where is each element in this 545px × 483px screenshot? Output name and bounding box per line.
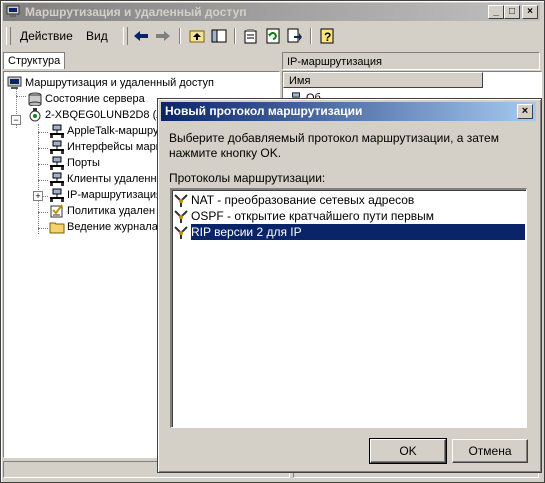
server-icon bbox=[29, 108, 41, 122]
tree-item-label: Клиенты удаленн bbox=[67, 173, 157, 185]
tree-line bbox=[38, 164, 48, 165]
result-pane-header: IP-маршрутизация bbox=[282, 52, 540, 70]
tree-item-ports[interactable]: Порты bbox=[49, 155, 100, 171]
refresh-icon[interactable] bbox=[263, 26, 283, 46]
folder-icon bbox=[49, 222, 65, 234]
tree-item-appletalk[interactable]: AppleTalk-маршрутиз bbox=[49, 123, 175, 139]
network-icon bbox=[50, 140, 64, 155]
close-button[interactable]: × bbox=[522, 5, 538, 19]
maximize-button[interactable]: □ bbox=[504, 5, 520, 19]
menu-view[interactable]: Вид bbox=[86, 29, 108, 43]
main-title-bar[interactable]: Маршрутизация и удаленный доступ _ □ × bbox=[3, 3, 540, 21]
new-routing-protocol-dialog: Новый протокол маршрутизации × Выберите … bbox=[157, 98, 542, 473]
column-header-name[interactable]: Имя bbox=[283, 72, 483, 88]
protocol-item-nat[interactable]: NAT - преобразование сетевых адресов bbox=[174, 192, 414, 208]
expand-toggle-ip-routing[interactable]: + bbox=[33, 191, 43, 201]
tree-line bbox=[38, 212, 48, 213]
minimize-button[interactable]: _ bbox=[488, 5, 504, 19]
policy-icon bbox=[50, 204, 63, 218]
dialog-title-bar[interactable]: Новый протокол маршрутизации × bbox=[161, 102, 536, 121]
tree-item-label: Состояние сервера bbox=[45, 93, 145, 105]
network-icon bbox=[50, 188, 64, 203]
tree-item-label: Интерфейсы марш bbox=[67, 141, 165, 153]
toolbar-separator bbox=[179, 28, 181, 44]
tree-line bbox=[38, 180, 48, 181]
tree-line bbox=[16, 96, 26, 97]
menu-toolbar: Действие Вид ? bbox=[3, 24, 540, 48]
protocol-item-ospf[interactable]: OSPF - открытие кратчайшего пути первым bbox=[174, 208, 434, 224]
toolbar-grip[interactable] bbox=[6, 27, 11, 45]
tree-item-label: Маршрутизация и удаленный доступ bbox=[25, 77, 214, 89]
toolbar-grip-2[interactable] bbox=[123, 27, 128, 45]
forward-icon[interactable] bbox=[153, 26, 173, 46]
tree-item-label: Порты bbox=[67, 157, 100, 169]
tree-item-server[interactable]: 2-XBQEG0LUNB2D8 (ло bbox=[27, 107, 169, 123]
protocol-item-label: OSPF - открытие кратчайшего пути первым bbox=[191, 209, 435, 223]
tree-item-label: 2-XBQEG0LUNB2D8 (ло bbox=[45, 109, 169, 121]
tab-structure[interactable]: Структура bbox=[3, 52, 66, 69]
tree-line bbox=[38, 228, 48, 229]
protocol-icon bbox=[174, 194, 188, 207]
protocol-list-label: Протоколы маршрутизации: bbox=[169, 171, 326, 185]
tree-item-label: IP-маршрутизация bbox=[67, 189, 162, 201]
tree-item-server-status[interactable]: Состояние сервера bbox=[27, 91, 145, 107]
server-status-icon bbox=[28, 92, 42, 107]
tree-line bbox=[38, 148, 48, 149]
rras-app-icon bbox=[6, 5, 20, 17]
menu-action[interactable]: Действие bbox=[20, 29, 73, 43]
tree-item-logging[interactable]: Ведение журнала bbox=[49, 219, 158, 235]
dialog-title: Новый протокол маршрутизации bbox=[165, 104, 363, 118]
help-icon[interactable]: ? bbox=[317, 26, 337, 46]
network-icon bbox=[50, 172, 64, 187]
dialog-description: Выберите добавляемый протокол маршрутиза… bbox=[169, 131, 499, 160]
up-one-level-icon[interactable] bbox=[187, 26, 207, 46]
tree-line bbox=[38, 132, 48, 133]
toolbar-separator bbox=[234, 28, 236, 44]
network-icon bbox=[50, 124, 64, 139]
protocol-item-label: RIP версии 2 для IP bbox=[190, 223, 526, 241]
ok-button[interactable]: OK bbox=[369, 438, 447, 464]
dialog-close-button[interactable]: × bbox=[517, 104, 533, 119]
expand-toggle-server[interactable]: − bbox=[11, 115, 21, 125]
back-icon[interactable] bbox=[131, 26, 151, 46]
protocol-item-rip[interactable]: RIP версии 2 для IP bbox=[174, 223, 526, 241]
tree-line bbox=[38, 124, 39, 234]
tree-item-interfaces[interactable]: Интерфейсы марш bbox=[49, 139, 165, 155]
svg-text:?: ? bbox=[324, 30, 331, 44]
show-hide-tree-icon[interactable] bbox=[209, 26, 229, 46]
tree-item-remote-clients[interactable]: Клиенты удаленн bbox=[49, 171, 157, 187]
cancel-button[interactable]: Отмена bbox=[452, 439, 528, 463]
rras-console-icon bbox=[7, 76, 22, 90]
protocol-icon bbox=[174, 210, 188, 223]
tree-item-remote-policy[interactable]: Политика удален bbox=[49, 203, 155, 219]
protocol-list[interactable]: NAT - преобразование сетевых адресов OSP… bbox=[170, 188, 527, 428]
tree-item-label: Ведение журнала bbox=[67, 221, 158, 233]
export-list-icon[interactable] bbox=[285, 26, 305, 46]
toolbar-separator bbox=[310, 28, 312, 44]
protocol-icon bbox=[174, 226, 188, 239]
protocol-item-label: NAT - преобразование сетевых адресов bbox=[191, 193, 415, 207]
network-icon bbox=[50, 156, 64, 171]
tree-item-label: Политика удален bbox=[67, 205, 156, 217]
left-tab-strip: Структура bbox=[3, 52, 275, 70]
properties-icon[interactable] bbox=[241, 26, 261, 46]
window-title: Маршрутизация и удаленный доступ bbox=[25, 5, 247, 19]
tree-item-ip-routing[interactable]: IP-маршрутизация bbox=[49, 187, 162, 203]
tree-item-rras[interactable]: Маршрутизация и удаленный доступ bbox=[7, 75, 214, 91]
